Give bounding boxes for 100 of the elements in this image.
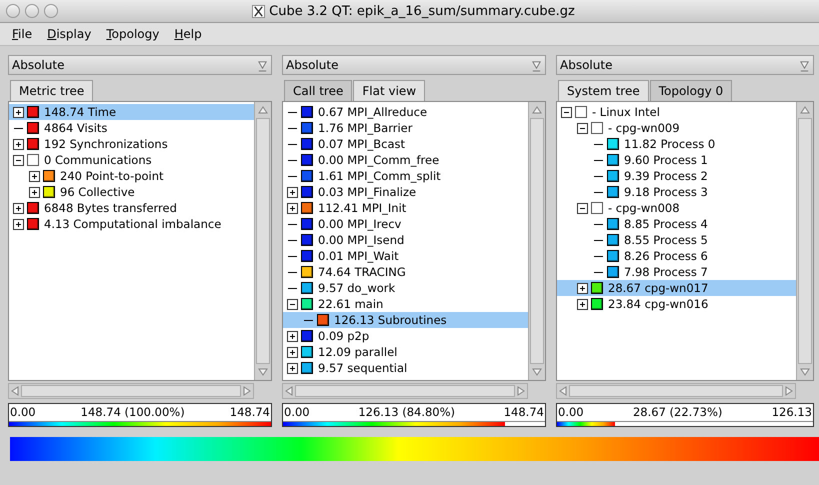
tree-row[interactable]: 0.00 MPI_Isend (283, 232, 528, 248)
vertical-scrollbar[interactable] (796, 102, 813, 380)
tree-row[interactable]: 8.85 Process 4 (557, 216, 796, 232)
mode-dropdown[interactable]: Absolute (282, 55, 546, 75)
tree-row[interactable]: 240 Point-to-point (9, 168, 254, 184)
mode-dropdown[interactable]: Absolute (8, 55, 272, 75)
expand-icon[interactable] (13, 138, 24, 150)
scroll-down-icon[interactable] (257, 366, 269, 378)
tab[interactable]: Flat view (353, 80, 426, 101)
expand-icon[interactable] (577, 298, 588, 310)
tree-row[interactable]: 126.13 Subroutines (283, 312, 528, 328)
tree-row[interactable]: 112.41 MPI_Init (283, 200, 528, 216)
tree-row[interactable]: 96 Collective (9, 184, 254, 200)
scroll-left-icon[interactable] (9, 385, 21, 397)
tree-row[interactable]: 74.64 TRACING (283, 264, 528, 280)
tree-row[interactable]: 7.98 Process 7 (557, 264, 796, 280)
empty-swatch (27, 154, 39, 166)
tree-row[interactable]: 0.67 MPI_Allreduce (283, 104, 528, 120)
tree-row[interactable]: 4864 Visits (9, 120, 254, 136)
horizontal-scrollbar[interactable] (556, 383, 796, 399)
scale-max: 148.74 (504, 405, 544, 419)
zoom-button[interactable] (44, 4, 58, 18)
tree-row[interactable]: - Linux Intel (557, 104, 796, 120)
tree-row[interactable]: 0.00 MPI_Irecv (283, 216, 528, 232)
menu-item[interactable]: File (12, 27, 32, 41)
expand-icon[interactable] (287, 330, 298, 342)
tree-row[interactable]: 9.57 sequential (283, 360, 528, 376)
expand-icon[interactable] (13, 106, 24, 118)
x-logo-icon (252, 4, 266, 18)
horizontal-scrollbar[interactable] (8, 383, 254, 399)
tree-row[interactable]: 0.01 MPI_Wait (283, 248, 528, 264)
window-title: Cube 3.2 QT: epik_a_16_sum/summary.cube.gz (269, 4, 575, 18)
expand-icon[interactable] (287, 362, 298, 374)
vertical-scrollbar[interactable] (528, 102, 545, 380)
tree-row[interactable]: 28.67 cpg-wn017 (557, 280, 796, 296)
collapse-icon[interactable] (13, 154, 24, 166)
tree-row[interactable]: 0.00 MPI_Comm_free (283, 152, 528, 168)
tree-row[interactable]: 0.03 MPI_Finalize (283, 184, 528, 200)
tree-row[interactable]: 4.13 Computational imbalance (9, 216, 254, 232)
scroll-right-icon[interactable] (515, 385, 527, 397)
expand-icon[interactable] (13, 202, 24, 214)
tree-row[interactable]: 192 Synchronizations (9, 136, 254, 152)
minimize-button[interactable] (25, 4, 39, 18)
expand-icon[interactable] (577, 282, 588, 294)
expand-icon[interactable] (13, 218, 24, 230)
scroll-down-icon[interactable] (799, 366, 811, 378)
close-button[interactable] (6, 4, 20, 18)
tree-row[interactable]: 1.76 MPI_Barrier (283, 120, 528, 136)
tree-row[interactable]: 148.74 Time (9, 104, 254, 120)
tree-row[interactable]: 0.07 MPI_Bcast (283, 136, 528, 152)
tree-row[interactable]: 23.84 cpg-wn016 (557, 296, 796, 312)
empty-swatch (591, 122, 603, 134)
tree-row[interactable]: - cpg-wn009 (557, 120, 796, 136)
scale-max: 148.74 (230, 405, 270, 419)
empty-swatch (575, 106, 587, 118)
scale-max: 126.13 (772, 405, 812, 419)
tab[interactable]: System tree (558, 80, 649, 101)
horizontal-scrollbar[interactable] (282, 383, 528, 399)
expand-icon[interactable] (29, 170, 40, 182)
expand-icon[interactable] (287, 202, 298, 214)
scroll-right-icon[interactable] (783, 385, 795, 397)
scroll-left-icon[interactable] (283, 385, 295, 397)
tree-row[interactable]: 22.61 main (283, 296, 528, 312)
tree-row[interactable]: 12.09 parallel (283, 344, 528, 360)
tree-row[interactable]: 9.18 Process 3 (557, 184, 796, 200)
collapse-icon[interactable] (287, 298, 298, 310)
tree-row[interactable]: 0.09 p2p (283, 328, 528, 344)
tree-row[interactable]: 0 Communications (9, 152, 254, 168)
scroll-up-icon[interactable] (531, 104, 543, 116)
tree-row[interactable]: 8.55 Process 5 (557, 232, 796, 248)
tree-row[interactable]: 1.61 MPI_Comm_split (283, 168, 528, 184)
menu-item[interactable]: Help (174, 27, 202, 41)
menu-item[interactable]: Display (47, 27, 92, 41)
tree-row[interactable]: 6848 Bytes transferred (9, 200, 254, 216)
scale-value: 28.67 (22.73%) (632, 405, 722, 419)
vertical-scrollbar[interactable] (254, 102, 271, 380)
tree-row[interactable]: 8.26 Process 6 (557, 248, 796, 264)
expand-icon[interactable] (287, 346, 298, 358)
tree-row[interactable]: 11.82 Process 0 (557, 136, 796, 152)
tree-row[interactable]: 9.39 Process 2 (557, 168, 796, 184)
tree-row[interactable]: 9.57 do_work (283, 280, 528, 296)
scale-min: 0.00 (10, 405, 36, 419)
tree-row[interactable]: - cpg-wn008 (557, 200, 796, 216)
tab[interactable]: Metric tree (10, 80, 94, 101)
scroll-right-icon[interactable] (241, 385, 253, 397)
scroll-left-icon[interactable] (557, 385, 569, 397)
scroll-down-icon[interactable] (531, 366, 543, 378)
scroll-up-icon[interactable] (799, 104, 811, 116)
expand-icon[interactable] (287, 186, 298, 198)
tab[interactable]: Topology 0 (650, 80, 732, 101)
tab[interactable]: Call tree (284, 80, 352, 101)
tree-row[interactable]: 9.60 Process 1 (557, 152, 796, 168)
scroll-up-icon[interactable] (257, 104, 269, 116)
mode-dropdown[interactable]: Absolute (556, 55, 814, 75)
expand-icon[interactable] (29, 186, 40, 198)
collapse-icon[interactable] (577, 122, 588, 134)
menu-item[interactable]: Topology (106, 27, 160, 41)
collapse-icon[interactable] (561, 106, 572, 118)
collapse-icon[interactable] (577, 202, 588, 214)
scale-min: 0.00 (284, 405, 310, 419)
